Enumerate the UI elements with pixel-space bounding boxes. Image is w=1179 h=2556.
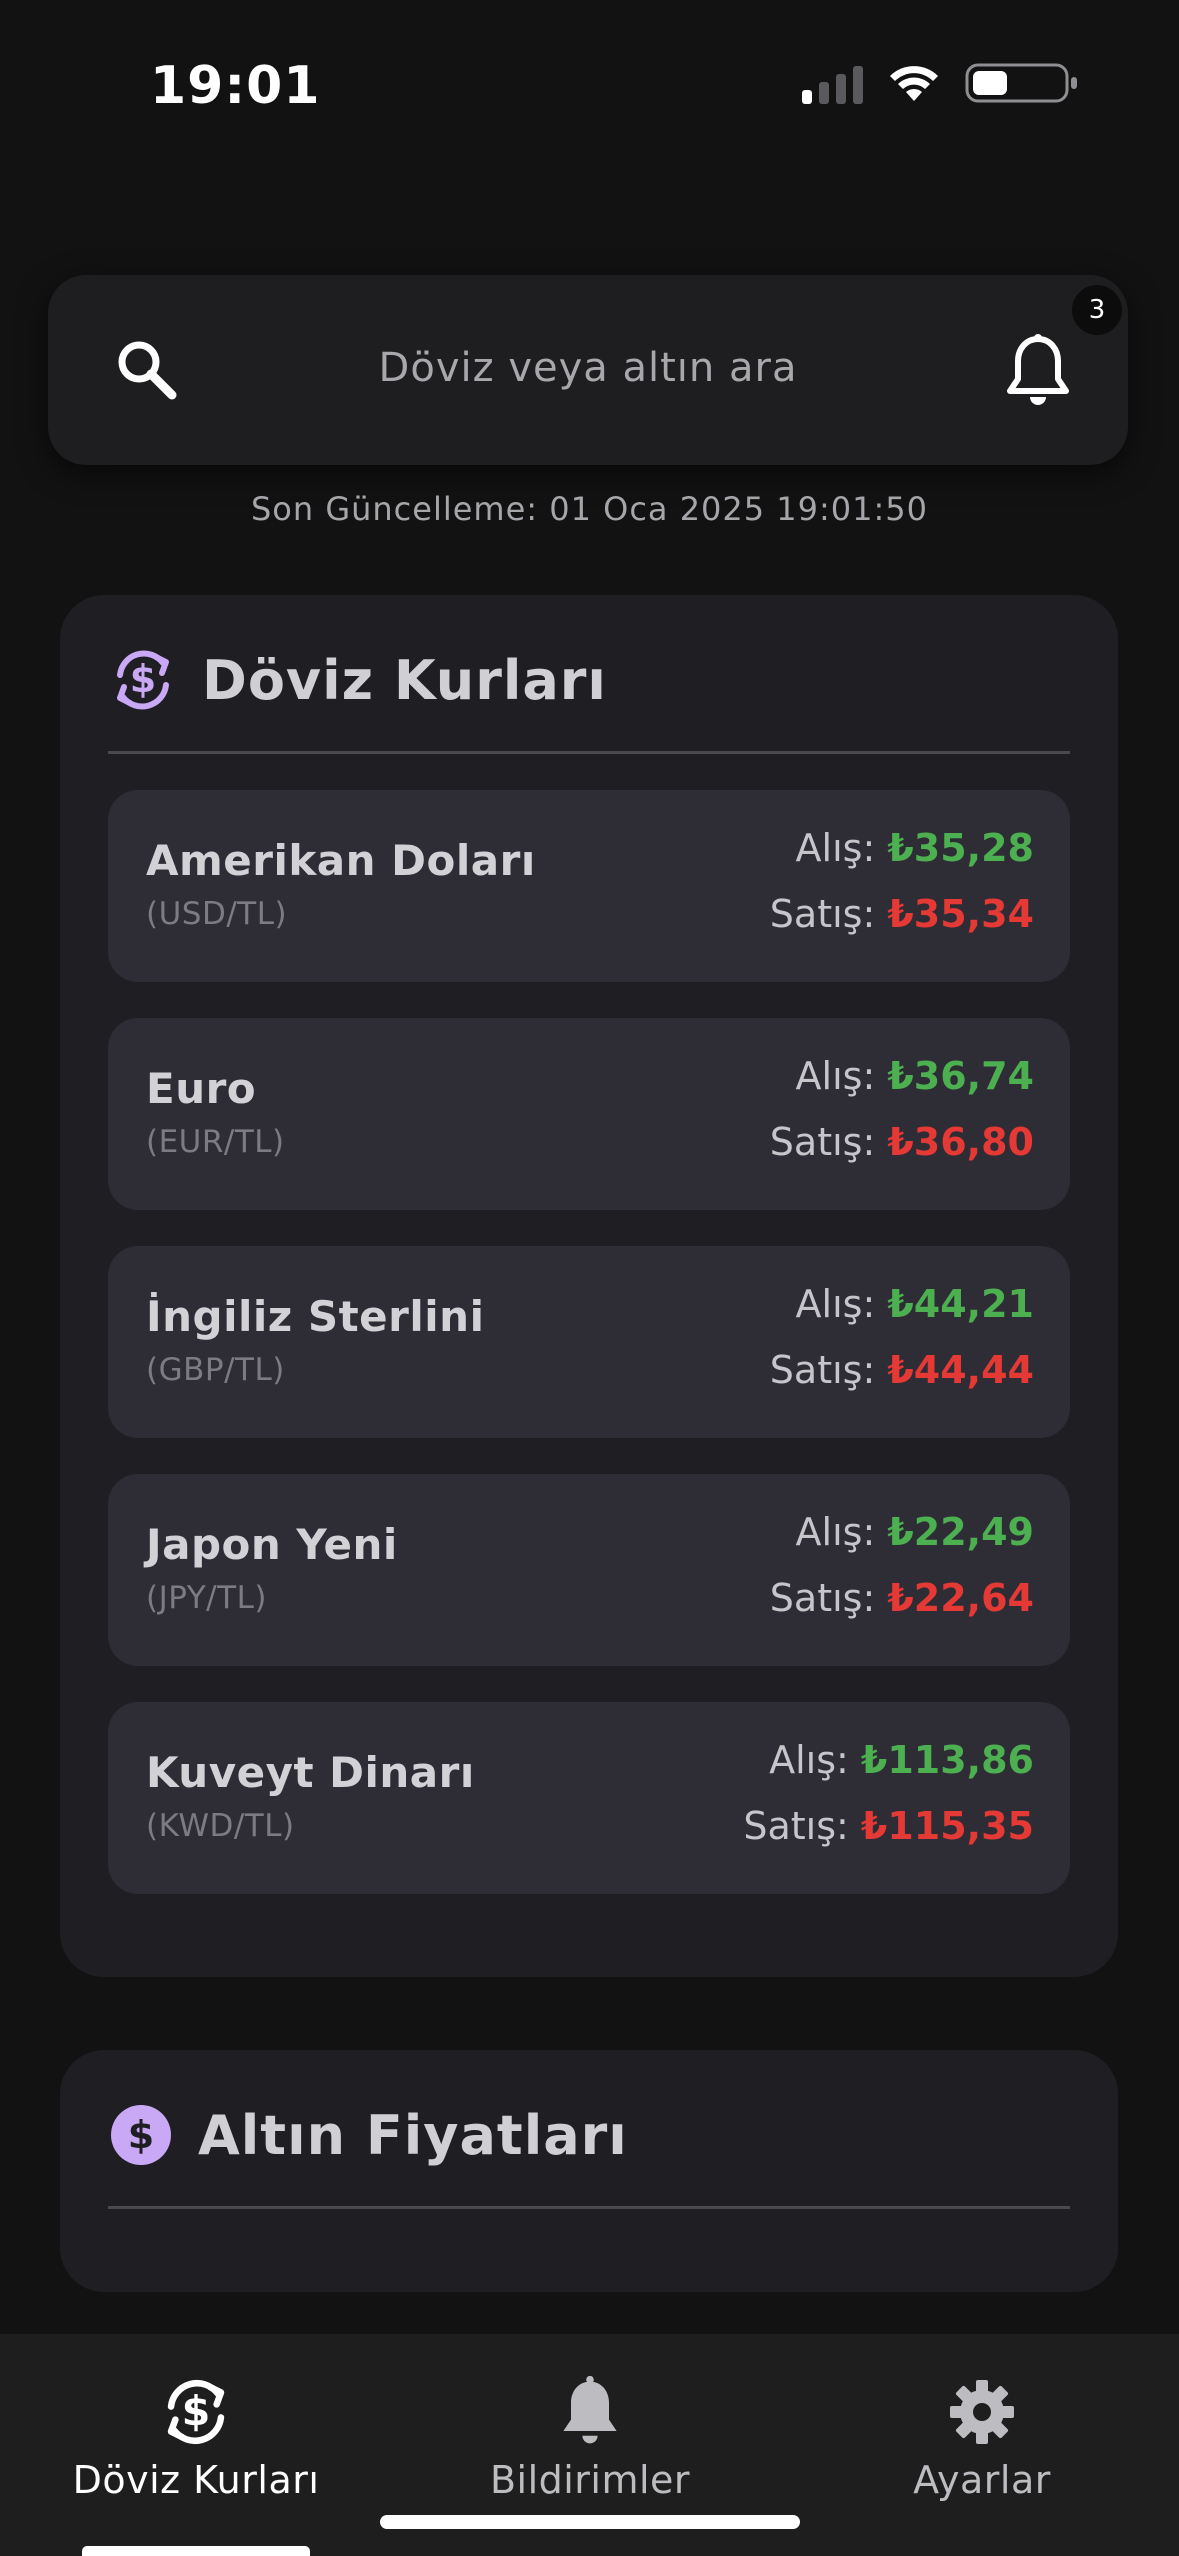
gold-section-title: Altın Fiyatları [198,2103,628,2167]
search-input[interactable]: Döviz veya altın ara [48,345,1128,391]
sell-label: Satış: [769,1576,876,1620]
currency-exchange-icon: $ [117,650,169,710]
wifi-icon [890,66,938,101]
nav-label: Ayarlar [913,2458,1051,2502]
bell-icon[interactable] [1000,333,1076,413]
rate-row-kwd[interactable]: Kuveyt Dinarı (KWD/TL) Alış: ₺113,86 Sat… [108,1702,1070,1894]
last-update-text: Son Güncelleme: 01 Oca 2025 19:01:50 [250,490,929,528]
nav-tab-ayarlar[interactable]: Ayarlar [812,2334,1152,2534]
buy-label: Alış: [795,1282,876,1326]
nav-label: Bildirimler [489,2458,691,2502]
active-tab-indicator [82,2546,310,2556]
svg-text:$: $ [130,657,156,701]
sell-label: Satış: [769,892,876,936]
gear-icon [950,2380,1014,2444]
svg-text:$: $ [182,2387,211,2435]
status-icons [802,62,1081,104]
sell-value: ₺36,80 [887,1120,1034,1164]
gold-card-header: $ Altın Fiyatları [108,2102,628,2168]
cellular-signal-icon [802,62,863,104]
currency-code: (EUR/TL) [146,1124,285,1160]
nav-label: Döviz Kurları [72,2458,320,2502]
buy-price: Alış: ₺44,21 [796,1282,1034,1326]
currency-code: (KWD/TL) [146,1808,295,1844]
battery-icon [965,63,1077,103]
currency-code: (USD/TL) [146,896,288,932]
sell-price: Satış: ₺36,80 [770,1120,1034,1164]
buy-price: Alış: ₺22,49 [796,1510,1034,1554]
status-bar: 19:01 [0,0,1179,170]
buy-label: Alış: [795,1510,876,1554]
buy-price: Alış: ₺36,74 [796,1054,1034,1098]
sell-value: ₺115,35 [860,1804,1034,1848]
sell-label: Satış: [769,1348,876,1392]
bell-icon [563,2375,617,2444]
sell-value: ₺35,34 [887,892,1034,936]
currency-card-header: $ Döviz Kurları [108,645,607,715]
currency-name: Euro [146,1064,257,1113]
notification-badge: 3 [1072,285,1122,335]
section-divider [108,751,1070,754]
sell-label: Satış: [743,1804,849,1848]
buy-value: ₺36,74 [887,1054,1034,1098]
gold-prices-card: $ Altın Fiyatları [60,2050,1118,2292]
buy-label: Alış: [769,1738,849,1782]
buy-price: Alış: ₺113,86 [769,1738,1034,1782]
buy-label: Alış: [795,826,876,870]
sell-price: Satış: ₺35,34 [770,892,1034,936]
currency-name: İngiliz Sterlini [146,1292,485,1341]
sell-price: Satış: ₺44,44 [770,1348,1034,1392]
currency-code: (JPY/TL) [146,1580,267,1616]
buy-value: ₺22,49 [887,1510,1034,1554]
buy-value: ₺35,28 [887,826,1034,870]
currency-name: Japon Yeni [146,1520,398,1569]
currency-code: (GBP/TL) [146,1352,285,1388]
dollar-circle-icon: $ [111,2105,171,2165]
nav-tab-doviz-kurlari[interactable]: $ Döviz Kurları [26,2334,366,2534]
nav-tab-bildirimler[interactable]: Bildirimler [420,2334,760,2534]
sell-price: Satış: ₺115,35 [743,1804,1034,1848]
sell-value: ₺44,44 [887,1348,1034,1392]
sell-label: Satış: [769,1120,876,1164]
currency-name: Kuveyt Dinarı [146,1748,475,1797]
status-time: 19:01 [150,56,321,116]
buy-value: ₺113,86 [860,1738,1034,1782]
sell-value: ₺22,64 [887,1576,1034,1620]
home-indicator [380,2515,800,2529]
svg-text:$: $ [128,2113,154,2157]
currency-exchange-icon: $ [167,2379,225,2445]
rate-row-gbp[interactable]: İngiliz Sterlini (GBP/TL) Alış: ₺44,21 S… [108,1246,1070,1438]
buy-price: Alış: ₺35,28 [796,826,1034,870]
buy-label: Alış: [795,1054,876,1098]
currency-name: Amerikan Doları [146,836,536,885]
sell-price: Satış: ₺22,64 [770,1576,1034,1620]
buy-value: ₺44,21 [887,1282,1034,1326]
search-bar[interactable]: Döviz veya altın ara [48,275,1128,465]
currency-rates-card: $ Döviz Kurları Amerikan Doları (USD/TL)… [60,595,1118,1977]
section-divider [108,2206,1070,2209]
rate-row-usd[interactable]: Amerikan Doları (USD/TL) Alış: ₺35,28 Sa… [108,790,1070,982]
currency-section-title: Döviz Kurları [202,648,607,712]
rate-row-jpy[interactable]: Japon Yeni (JPY/TL) Alış: ₺22,49 Satış: … [108,1474,1070,1666]
rate-row-eur[interactable]: Euro (EUR/TL) Alış: ₺36,74 Satış: ₺36,80 [108,1018,1070,1210]
